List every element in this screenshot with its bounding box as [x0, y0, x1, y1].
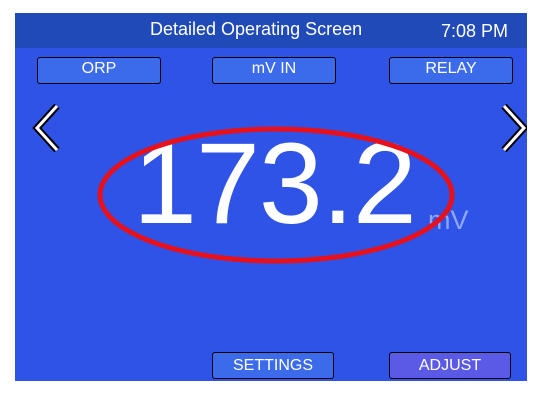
chevron-right-icon — [501, 103, 527, 153]
clock-time: 7:08 PM — [441, 21, 509, 41]
measurement-unit: mV — [428, 205, 469, 235]
tab-relay[interactable]: RELAY — [389, 57, 513, 84]
next-screen-button[interactable] — [500, 98, 527, 158]
screen-title: Detailed Operating Screen — [150, 19, 363, 39]
tab-orp[interactable]: ORP — [37, 57, 161, 84]
previous-screen-button[interactable] — [31, 98, 61, 158]
title-bar: Detailed Operating Screen 7:08 PM — [15, 13, 527, 48]
tab-mv-in[interactable]: mV IN — [212, 57, 336, 84]
adjust-button[interactable]: ADJUST — [389, 352, 511, 379]
operating-screen: Detailed Operating Screen 7:08 PM ORP mV… — [15, 13, 527, 381]
measurement-value: 173.2 — [133, 120, 417, 248]
settings-button[interactable]: SETTINGS — [212, 352, 334, 379]
chevron-left-icon — [32, 103, 60, 153]
